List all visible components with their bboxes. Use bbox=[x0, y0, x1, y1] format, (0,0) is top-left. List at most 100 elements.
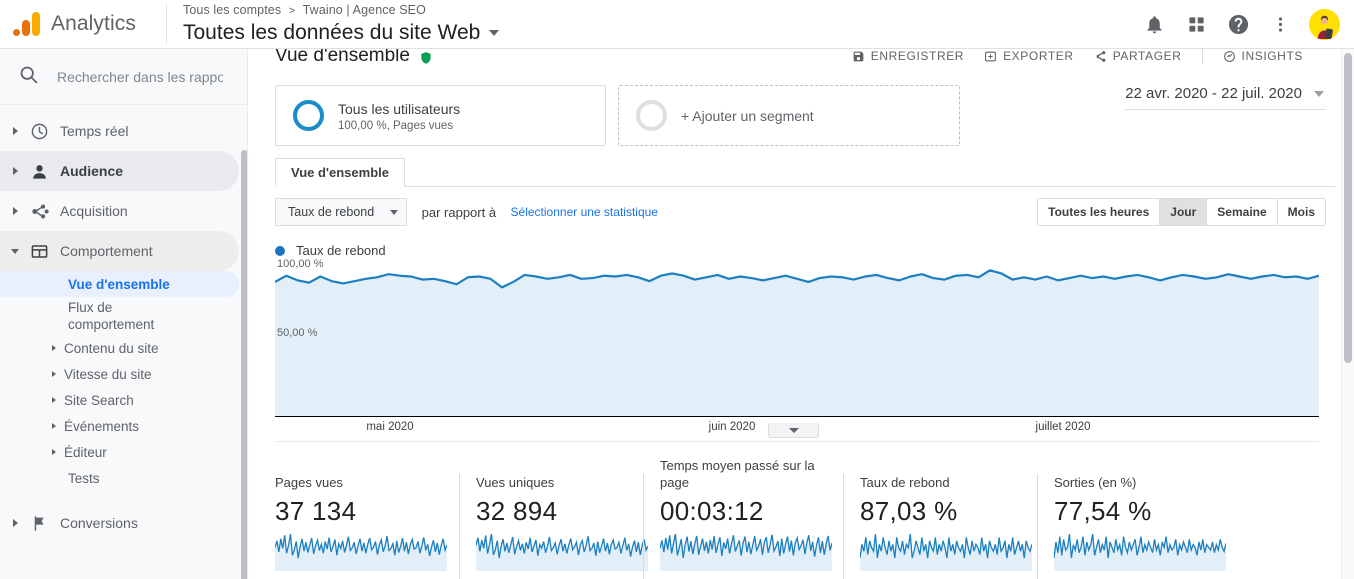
metric-value: 77,54 % bbox=[1054, 496, 1152, 526]
main-content: Vue d'ensemble ENREGISTRER EXPORTER PART… bbox=[249, 49, 1354, 579]
sidebar-subitem-tests[interactable]: Tests bbox=[0, 465, 239, 491]
timeline-chart[interactable]: 100,00 % 50,00 % bbox=[274, 258, 1320, 416]
clock-icon bbox=[24, 122, 54, 141]
sidebar-subitem-label: Tests bbox=[68, 470, 100, 486]
insights-label: INSIGHTS bbox=[1241, 49, 1303, 63]
segment-ring-icon bbox=[293, 100, 324, 131]
tab-label: Vue d'ensemble bbox=[291, 165, 389, 180]
primary-metric-label: Taux de rebond bbox=[288, 205, 375, 219]
report-search-row bbox=[0, 49, 247, 105]
chart-collapse-handle[interactable] bbox=[768, 423, 819, 438]
expand-arrow-icon bbox=[6, 207, 24, 215]
sidebar-scrollbar[interactable] bbox=[241, 150, 247, 579]
metric-value: 00:03:12 bbox=[660, 496, 764, 526]
export-button[interactable]: EXPORTER bbox=[984, 49, 1074, 63]
sidebar-item-acquisition[interactable]: Acquisition bbox=[0, 191, 239, 231]
tab-vue-densemble[interactable]: Vue d'ensemble bbox=[275, 158, 405, 187]
breadcrumb-account[interactable]: Tous les comptes bbox=[183, 3, 281, 17]
report-header-toolbar: Vue d'ensemble ENREGISTRER EXPORTER PART… bbox=[249, 49, 1335, 69]
y-axis-tick-50: 50,00 % bbox=[277, 327, 318, 339]
segment-name: Tous les utilisateurs bbox=[338, 100, 461, 117]
view-title-label: Toutes les données du site Web bbox=[183, 20, 481, 44]
sidebar-subitem-site-search[interactable]: Site Search bbox=[0, 387, 239, 413]
sidebar-subitem-evenements[interactable]: Événements bbox=[0, 413, 239, 439]
view-selector[interactable]: Toutes les données du site Web bbox=[183, 20, 500, 46]
report-actions: ENREGISTRER EXPORTER PARTAGER INSIGHTS bbox=[832, 49, 1303, 65]
top-bar-actions bbox=[1135, 5, 1354, 43]
notifications-bell-icon[interactable] bbox=[1135, 5, 1173, 43]
top-app-bar: Analytics Tous les comptes > Twaino | Ag… bbox=[0, 0, 1354, 49]
metric-card-temps-moyen[interactable]: Temps moyen passé sur la page 00:03:12 bbox=[643, 458, 843, 579]
metric-card-sorties[interactable]: Sorties (en %) 77,54 % bbox=[1037, 474, 1231, 579]
sparkline-taux-de-rebond bbox=[859, 533, 1033, 571]
share-label: PARTAGER bbox=[1112, 49, 1182, 63]
compare-text: par rapport à bbox=[421, 204, 497, 220]
sidebar-item-temps-reel[interactable]: Temps réel bbox=[0, 111, 239, 151]
granularity-hourly[interactable]: Toutes les heures bbox=[1038, 199, 1161, 225]
date-range-picker[interactable]: 22 avr. 2020 - 22 juil. 2020 bbox=[1125, 85, 1326, 110]
sidebar-subitem-editeur[interactable]: Éditeur bbox=[0, 439, 239, 465]
sidebar-subitem-flux-de-comportement[interactable]: Flux de comportement bbox=[0, 297, 170, 335]
expand-arrow-icon bbox=[6, 127, 24, 135]
expand-arrow-icon bbox=[6, 167, 24, 175]
share-button[interactable]: PARTAGER bbox=[1094, 49, 1182, 63]
summary-metrics-row: Pages vues 37 134 Vues uniques 32 894 Te… bbox=[274, 458, 1335, 579]
flag-icon bbox=[24, 514, 54, 533]
segment-ring-empty-icon bbox=[636, 100, 667, 131]
timeline-chart-svg bbox=[274, 261, 1320, 416]
page-scrollbar-thumb[interactable] bbox=[1344, 53, 1352, 363]
select-metric-link[interactable]: Sélectionner une statistique bbox=[511, 205, 658, 219]
granularity-toggle-group: Toutes les heures Jour Semaine Mois bbox=[1037, 198, 1326, 226]
more-vert-icon[interactable] bbox=[1261, 5, 1299, 43]
search-input[interactable] bbox=[55, 67, 225, 86]
granularity-weekly[interactable]: Semaine bbox=[1207, 199, 1278, 225]
sidebar-item-conversions[interactable]: Conversions bbox=[0, 503, 239, 543]
page-title-row: Vue d'ensemble bbox=[275, 49, 433, 65]
add-segment-button[interactable]: + Ajouter un segment bbox=[618, 85, 960, 146]
sidebar-subitem-vitesse-du-site[interactable]: Vitesse du site bbox=[0, 361, 239, 387]
sidebar-item-label: Acquisition bbox=[60, 203, 128, 219]
analytics-brand[interactable]: Analytics bbox=[0, 9, 166, 39]
breadcrumb: Tous les comptes > Twaino | Agence SEO bbox=[183, 3, 499, 19]
expand-arrow-icon bbox=[6, 519, 24, 527]
sidebar-item-label: Conversions bbox=[60, 515, 138, 531]
x-axis-tick-mai: mai 2020 bbox=[366, 421, 414, 433]
sidebar-subitem-label: Éditeur bbox=[64, 444, 107, 460]
collapse-arrow-icon bbox=[6, 248, 24, 254]
add-segment-label: + Ajouter un segment bbox=[681, 107, 814, 124]
expand-arrow-icon bbox=[52, 371, 56, 377]
sidebar-subitem-contenu-du-site[interactable]: Contenu du site bbox=[0, 335, 239, 361]
metric-card-vues-uniques[interactable]: Vues uniques 32 894 bbox=[459, 474, 649, 579]
metric-label: Vues uniques bbox=[476, 475, 555, 490]
export-icon bbox=[984, 50, 997, 63]
nav-list: Temps réel Audience Acquisition Comporte… bbox=[0, 105, 247, 543]
granularity-monthly[interactable]: Mois bbox=[1277, 199, 1325, 225]
help-circle-icon[interactable] bbox=[1219, 5, 1257, 43]
left-navigation-sidebar: Temps réel Audience bbox=[0, 49, 248, 579]
sidebar-item-audience[interactable]: Audience bbox=[0, 151, 239, 191]
brand-label: Analytics bbox=[51, 12, 136, 35]
user-avatar[interactable] bbox=[1309, 8, 1340, 40]
apps-grid-icon[interactable] bbox=[1177, 5, 1215, 43]
sidebar-subitem-vue-densemble[interactable]: Vue d'ensemble bbox=[0, 271, 239, 297]
metric-label: Pages vues bbox=[275, 475, 343, 490]
chart-legend: Taux de rebond bbox=[275, 243, 386, 258]
expand-arrow-icon bbox=[52, 345, 56, 351]
metric-label: Temps moyen passé sur la page bbox=[660, 458, 815, 490]
sidebar-subitem-label: Flux de comportement bbox=[68, 300, 155, 332]
x-axis-tick-juillet: juillet 2020 bbox=[1035, 421, 1091, 433]
insights-button[interactable]: INSIGHTS bbox=[1223, 49, 1303, 63]
metric-card-taux-de-rebond[interactable]: Taux de rebond 87,03 % bbox=[843, 474, 1037, 579]
expand-arrow-icon bbox=[52, 397, 56, 403]
export-label: EXPORTER bbox=[1003, 49, 1074, 63]
metric-card-pages-vues[interactable]: Pages vues 37 134 bbox=[274, 474, 459, 579]
sidebar-item-comportement[interactable]: Comportement bbox=[0, 231, 239, 271]
save-button[interactable]: ENREGISTRER bbox=[852, 49, 964, 63]
breadcrumb-property[interactable]: Twaino | Agence SEO bbox=[303, 3, 426, 17]
segment-all-users[interactable]: Tous les utilisateurs 100,00 %, Pages vu… bbox=[275, 85, 606, 146]
x-axis-tick-juin: juin 2020 bbox=[708, 421, 756, 433]
primary-metric-select[interactable]: Taux de rebond bbox=[275, 198, 408, 226]
chevron-down-icon bbox=[1314, 90, 1324, 97]
granularity-daily[interactable]: Jour bbox=[1160, 199, 1208, 225]
property-title-block: Tous les comptes > Twaino | Agence SEO T… bbox=[166, 3, 500, 46]
